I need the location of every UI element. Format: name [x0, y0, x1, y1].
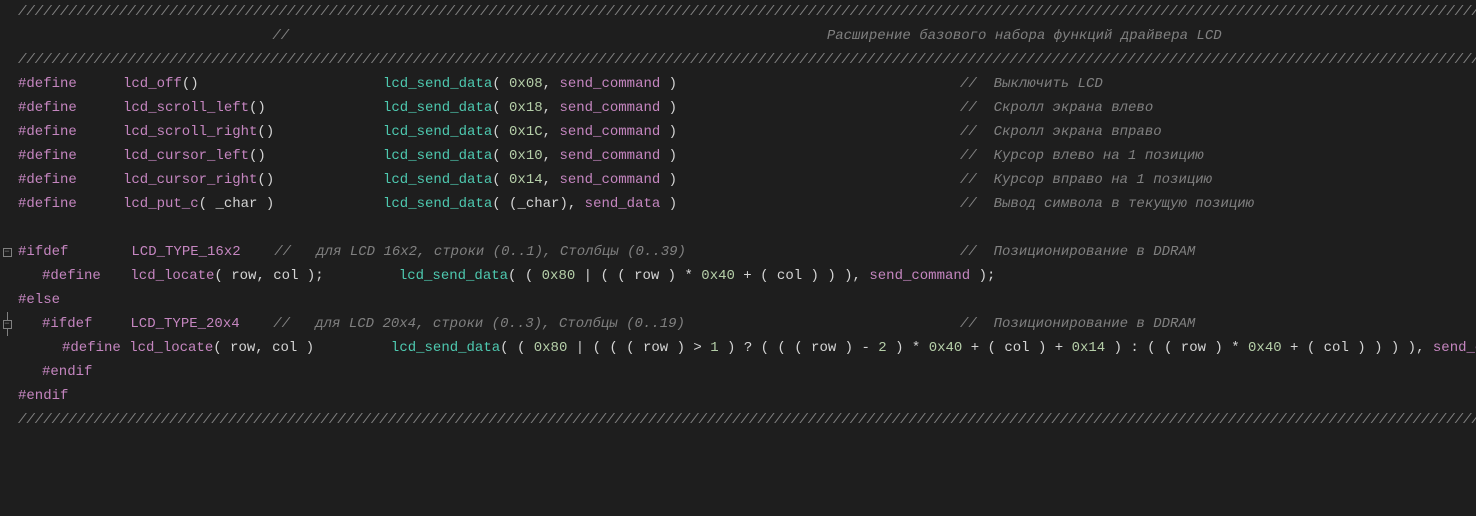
- call-fn: lcd_send_data: [383, 76, 492, 92]
- define-line: #define lcd_locate( row, col ) lcd_send_…: [0, 336, 1476, 360]
- macro-name: lcd_scroll_left: [123, 100, 249, 116]
- code-line: // Расширение базового набора функций др…: [0, 24, 1476, 48]
- macro-name: lcd_off: [123, 76, 182, 92]
- macro-name: lcd_cursor_right: [123, 172, 257, 188]
- ifdef-line: − #ifdef LCD_TYPE_20x4 // для LCD 20х4, …: [0, 312, 1476, 336]
- macro-name: lcd_locate: [130, 268, 214, 284]
- call-fn: lcd_send_data: [383, 100, 492, 116]
- call-fn: lcd_send_data: [391, 340, 500, 356]
- ifdef-right-comment: Позиционирование в DDRAM: [994, 244, 1196, 260]
- preproc-define: #define: [18, 100, 77, 116]
- define-line: #definelcd_cursor_right()lcd_send_data( …: [0, 168, 1476, 192]
- call-fn: lcd_send_data: [383, 148, 492, 164]
- code-line: ////////////////////////////////////////…: [0, 408, 1476, 432]
- call-fn: lcd_send_data: [383, 172, 492, 188]
- macro-name: lcd_put_c: [123, 196, 199, 212]
- call-fn: lcd_send_data: [383, 124, 492, 140]
- call-fn: lcd_send_data: [399, 268, 508, 284]
- define-line: #definelcd_off()lcd_send_data( 0x08, sen…: [0, 72, 1476, 96]
- preproc-define: #define: [18, 76, 77, 92]
- define-comment: Вывод символа в текущую позицию: [994, 196, 1254, 212]
- define-comment: Выключить LCD: [994, 76, 1103, 92]
- ifdef-symbol: LCD_TYPE_20x4: [130, 316, 239, 332]
- preproc-else: #else: [18, 292, 60, 308]
- ifdef-symbol: LCD_TYPE_16x2: [131, 244, 240, 260]
- preproc-ifdef: #ifdef: [42, 316, 92, 332]
- code-line: ////////////////////////////////////////…: [0, 48, 1476, 72]
- blank-line: [0, 216, 1476, 240]
- comment-slashes: ////////////////////////////////////////…: [18, 4, 1476, 20]
- define-comment: Курсор вправо на 1 позицию: [994, 172, 1212, 188]
- define-line: #definelcd_put_c( _char )lcd_send_data( …: [0, 192, 1476, 216]
- ifdef-line: − #ifdef LCD_TYPE_16x2 // для LCD 16x2, …: [0, 240, 1476, 264]
- ifdef-right-comment: Позиционирование в DDRAM: [994, 316, 1196, 332]
- preproc-define: #define: [18, 148, 77, 164]
- macro-name: lcd_locate: [129, 340, 213, 356]
- macro-name: lcd_cursor_left: [123, 148, 249, 164]
- preproc-define: #define: [62, 340, 121, 356]
- define-line: #definelcd_scroll_left()lcd_send_data( 0…: [0, 96, 1476, 120]
- macro-name: lcd_scroll_right: [123, 124, 257, 140]
- call-fn: lcd_send_data: [383, 196, 492, 212]
- endif-line: #endif: [0, 384, 1476, 408]
- preproc-endif: #endif: [18, 388, 68, 404]
- fold-toggle-icon[interactable]: −: [3, 320, 12, 329]
- comment-slashes: ////////////////////////////////////////…: [18, 412, 1476, 428]
- comment-slashes: ////////////////////////////////////////…: [18, 52, 1476, 68]
- ifdef-inline-comment: для LCD 20х4, строки (0..3), Столбцы (0.…: [315, 316, 685, 332]
- preproc-endif: #endif: [42, 364, 92, 380]
- define-comment: Скролл экрана влево: [994, 100, 1154, 116]
- preproc-define: #define: [18, 172, 77, 188]
- ifdef-inline-comment: для LCD 16x2, строки (0..1), Столбцы (0.…: [316, 244, 686, 260]
- define-line: #definelcd_scroll_right()lcd_send_data( …: [0, 120, 1476, 144]
- header-comment: Расширение базового набора функций драйв…: [827, 28, 1222, 44]
- code-editor[interactable]: ////////////////////////////////////////…: [0, 0, 1476, 432]
- fold-toggle-icon[interactable]: −: [3, 248, 12, 257]
- preproc-define: #define: [42, 268, 101, 284]
- define-line: #define lcd_locate( row, col ); lcd_send…: [0, 264, 1476, 288]
- preproc-ifdef: #ifdef: [18, 244, 68, 260]
- else-line: #else: [0, 288, 1476, 312]
- endif-line: #endif: [0, 360, 1476, 384]
- code-line: ////////////////////////////////////////…: [0, 0, 1476, 24]
- define-comment: Скролл экрана вправо: [994, 124, 1162, 140]
- define-comment: Курсор влево на 1 позицию: [994, 148, 1204, 164]
- preproc-define: #define: [18, 124, 77, 140]
- define-line: #definelcd_cursor_left()lcd_send_data( 0…: [0, 144, 1476, 168]
- preproc-define: #define: [18, 196, 77, 212]
